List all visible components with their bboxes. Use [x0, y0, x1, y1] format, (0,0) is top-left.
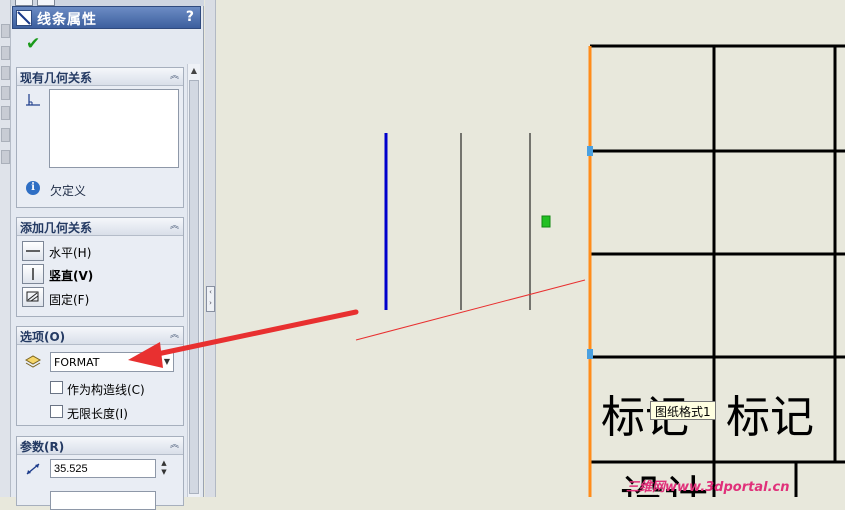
scroll-thumb[interactable] [189, 80, 199, 494]
collapse-icon[interactable]: ︽ [169, 221, 180, 232]
infinite-length-checkbox[interactable] [50, 405, 63, 418]
line-icon [16, 10, 32, 26]
parameters-group: 参数(R) ︽ ▲▼ [16, 436, 184, 510]
existing-relations-group: 现有几何关系 ︽ i 欠定义 [16, 67, 184, 208]
drawing-svg: 标记 标记 设计 [355, 44, 845, 510]
title-bar: 线条属性 ? [12, 6, 201, 29]
angle-input[interactable] [50, 491, 156, 510]
chevron-down-icon: ▼ [163, 357, 170, 366]
collapse-icon[interactable]: ︽ [169, 71, 180, 82]
fixed-label[interactable]: 固定(F) [49, 291, 89, 308]
construction-label[interactable]: 作为构造线(C) [67, 381, 145, 398]
layer-icon [24, 354, 42, 368]
length-input[interactable] [50, 459, 156, 478]
add-relations-header[interactable]: 添加几何关系 ︽ [17, 218, 183, 236]
info-icon: i [26, 181, 40, 195]
panel-splitter[interactable]: ‹ › [205, 0, 216, 497]
collapse-icon[interactable]: ︽ [169, 330, 180, 341]
left-tool-strip [0, 0, 11, 497]
horizontal-button[interactable] [22, 241, 44, 261]
panel-scrollbar[interactable]: ▲ [187, 64, 200, 497]
infinite-length-label[interactable]: 无限长度(I) [67, 405, 128, 422]
strip-tool-5[interactable] [1, 106, 10, 120]
collapse-icon[interactable]: ︽ [169, 440, 180, 451]
strip-tool-3[interactable] [1, 66, 10, 80]
parameters-title: 参数(R) [20, 440, 65, 454]
existing-relations-header[interactable]: 现有几何关系 ︽ [17, 68, 183, 86]
strip-tool-1[interactable] [1, 24, 10, 38]
length-spinner[interactable]: ▲ ▼ [158, 459, 170, 478]
parameters-header[interactable]: 参数(R) ︽ [17, 437, 183, 455]
construction-checkbox[interactable] [50, 381, 63, 394]
tooltip: 图纸格式1 [650, 401, 716, 420]
layer-dropdown-value: FORMAT [54, 356, 100, 369]
existing-relations-title: 现有几何关系 [20, 71, 93, 85]
add-relations-group: 添加几何关系 ︽ 水平(H) 竖直(V) 固定(F) [16, 217, 184, 317]
title-block-text-2: 标记 [726, 392, 814, 443]
status-text: 欠定义 [50, 184, 87, 198]
leader-line [355, 279, 586, 341]
border-marker [587, 146, 593, 156]
add-relations-title: 添加几何关系 [20, 221, 93, 235]
vertical-button[interactable] [22, 264, 44, 284]
length-icon [24, 461, 42, 477]
panel-title: 线条属性 [37, 12, 97, 28]
fixed-button[interactable] [22, 287, 44, 307]
relations-listbox[interactable] [49, 89, 179, 168]
endpoint-marker[interactable] [541, 215, 551, 228]
vertical-label[interactable]: 竖直(V) [49, 267, 93, 284]
watermark: 三维网www.3dportal.cn [626, 480, 790, 495]
drawing-canvas[interactable]: 标记 标记 设计 [216, 0, 845, 510]
help-button[interactable]: ? [186, 9, 194, 25]
layer-dropdown[interactable]: FORMAT ▼ [50, 352, 174, 372]
perpendicular-icon [25, 93, 41, 107]
scroll-up-icon[interactable]: ▲ [189, 66, 199, 78]
options-title: 选项(O) [20, 330, 66, 344]
collapse-panel-icon[interactable]: ‹ › [206, 286, 215, 312]
strip-tool-6[interactable] [1, 128, 10, 142]
ok-check-icon[interactable]: ✔ [26, 36, 40, 53]
options-group: 选项(O) ︽ FORMAT ▼ 作为构造线(C) 无限长度(I) [16, 326, 184, 426]
strip-tool-4[interactable] [1, 86, 10, 100]
border-marker [587, 349, 593, 359]
options-header[interactable]: 选项(O) ︽ [17, 327, 183, 345]
strip-tool-2[interactable] [1, 46, 10, 60]
strip-tool-7[interactable] [1, 150, 10, 164]
property-manager: 线条属性 ? ✔ 现有几何关系 ︽ i 欠定义 添加几何关系 ︽ 水平(H) 竖… [11, 0, 204, 510]
horizontal-label[interactable]: 水平(H) [49, 244, 91, 261]
